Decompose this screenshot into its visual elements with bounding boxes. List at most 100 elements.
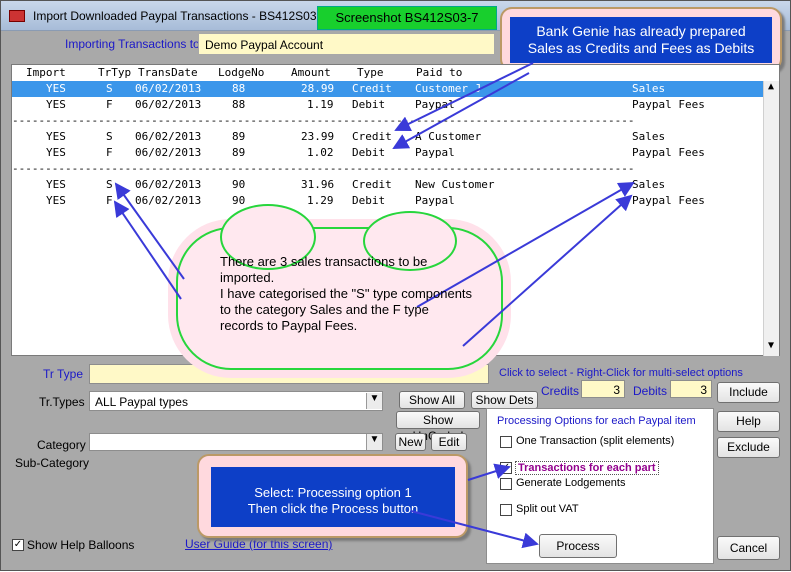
tr-types-select[interactable]: ALL Paypal types xyxy=(89,391,383,411)
cell-type: Debit xyxy=(352,98,386,111)
cell-lodge: 90 xyxy=(232,194,246,207)
table-row[interactable]: YES F 06/02/2013 90 1.29 Debit Paypal Paypal Fe… xyxy=(12,193,764,209)
table-row[interactable]: YES S 06/02/2013 88 28.99 Credit Customer J Sal… xyxy=(12,81,764,97)
chevron-down-icon[interactable]: ▼ xyxy=(366,434,382,450)
cell-lodge: 88 xyxy=(232,98,246,111)
cell-lodge: 90 xyxy=(232,178,246,191)
cell-lodge: 89 xyxy=(232,130,246,143)
generate-lodgements-label: Generate Lodgements xyxy=(516,477,626,489)
show-uncoded-button[interactable]: Show UnCoded xyxy=(396,411,480,443)
scroll-down-icon[interactable]: ▼ xyxy=(763,340,779,356)
cell-amount: 28.99 xyxy=(301,82,335,95)
split-vat-label: Split out VAT xyxy=(516,503,579,515)
top-callout: Bank Genie has already prepared Sales as… xyxy=(500,7,782,71)
cell-date: 06/02/2013 xyxy=(135,146,202,159)
processing-title: Processing Options for each Paypal item xyxy=(497,415,696,427)
cell-trtyp: F xyxy=(106,146,113,159)
credits-count: 3 xyxy=(581,380,625,398)
import-window: Import Downloaded Paypal Transactions - … xyxy=(0,0,791,571)
help-button[interactable]: Help xyxy=(717,411,780,432)
cell-date: 06/02/2013 xyxy=(135,178,202,191)
debits-count: 3 xyxy=(670,380,712,398)
show-dets-button[interactable]: Show Dets xyxy=(471,391,538,409)
cell-paid-to: A Customer xyxy=(415,130,482,143)
cell-import: YES xyxy=(46,82,66,95)
table-row[interactable]: YES S 06/02/2013 90 31.96 Credit New Customer S… xyxy=(12,177,764,193)
exclude-button[interactable]: Exclude xyxy=(717,437,780,458)
row-separator: ----------------------------------------… xyxy=(12,114,635,127)
cancel-button[interactable]: Cancel xyxy=(717,536,780,560)
edit-button[interactable]: Edit xyxy=(431,433,467,451)
table-row[interactable]: YES S 06/02/2013 89 23.99 Credit A Customer Sal… xyxy=(12,129,764,145)
selection-hint: Click to select - Right-Click for multi-… xyxy=(499,367,743,379)
table-row[interactable]: YES F 06/02/2013 89 1.02 Debit Paypal Paypal Fe… xyxy=(12,145,764,161)
col-paid-to: Paid to xyxy=(416,66,463,79)
cell-type: Debit xyxy=(352,194,386,207)
cell-trtyp: S xyxy=(106,130,113,143)
help-balloons-checkbox[interactable]: ✓ xyxy=(12,539,24,551)
cell-paid-to: New Customer xyxy=(415,178,495,191)
col-lodgeno: LodgeNo xyxy=(218,66,265,79)
category-select[interactable] xyxy=(89,433,383,451)
processing-options-panel: Processing Options for each Paypal item … xyxy=(486,408,714,564)
each-part-label: Transactions for each part xyxy=(515,461,659,475)
cell-paid-to: Paypal xyxy=(415,146,455,159)
cell-paid-to: Customer J xyxy=(415,82,482,95)
cell-paid-to: Paypal xyxy=(415,194,455,207)
each-part-checkbox[interactable]: ✓ xyxy=(500,462,512,474)
sub-category-label: Sub-Category xyxy=(15,456,90,470)
help-balloons-label: Show Help Balloons xyxy=(27,538,135,552)
cell-date: 06/02/2013 xyxy=(135,82,202,95)
include-button[interactable]: Include xyxy=(717,382,780,403)
cell-category: Sales xyxy=(632,82,666,95)
cell-amount: 1.29 xyxy=(307,194,334,207)
user-guide-link[interactable]: User Guide (for this screen) xyxy=(185,537,332,551)
process-button[interactable]: Process xyxy=(539,534,617,558)
cell-category: Paypal Fees xyxy=(632,146,705,159)
chevron-down-icon[interactable]: ▼ xyxy=(366,393,382,409)
cell-type: Credit xyxy=(352,130,392,143)
cell-lodge: 89 xyxy=(232,146,246,159)
one-transaction-checkbox[interactable] xyxy=(500,436,512,448)
cloud-callout-text: There are 3 sales transactions to be imp… xyxy=(220,254,473,333)
tr-types-label: Tr.Types xyxy=(39,395,85,409)
col-import: Import xyxy=(26,66,66,79)
debits-label: Debits xyxy=(633,384,668,398)
row-separator: ----------------------------------------… xyxy=(12,162,635,175)
cell-category: Sales xyxy=(632,178,666,191)
col-transdate: TransDate xyxy=(138,66,198,79)
list-scrollbar[interactable] xyxy=(763,81,779,356)
list-header: Import TrTyp TransDate LodgeNo Amount Ty… xyxy=(12,65,779,79)
app-icon xyxy=(9,10,25,22)
top-callout-text: Bank Genie has already prepared Sales as… xyxy=(510,17,772,63)
tr-type-label: Tr Type xyxy=(43,367,84,381)
cell-type: Credit xyxy=(352,82,392,95)
split-vat-checkbox[interactable] xyxy=(500,504,512,516)
cloud-callout: There are 3 sales transactions to be imp… xyxy=(176,204,503,370)
cell-amount: 1.02 xyxy=(307,146,334,159)
importing-account-field[interactable]: Demo Paypal Account xyxy=(198,33,495,55)
cell-lodge: 88 xyxy=(232,82,246,95)
credits-label: Credits xyxy=(541,384,580,398)
cell-trtyp: F xyxy=(106,194,113,207)
cell-import: YES xyxy=(46,194,66,207)
col-amount: Amount xyxy=(291,66,331,79)
new-button[interactable]: New xyxy=(395,433,426,451)
tr-types-value: ALL Paypal types xyxy=(95,395,188,409)
window-title: Import Downloaded Paypal Transactions - … xyxy=(33,9,317,23)
cell-category: Paypal Fees xyxy=(632,98,705,111)
screenshot-label: Screenshot BS412S03-7 xyxy=(317,6,497,30)
scroll-up-icon[interactable]: ▲ xyxy=(763,81,779,97)
cell-amount: 31.96 xyxy=(301,178,335,191)
bottom-callout-text: Select: Processing option 1 Then click t… xyxy=(211,467,455,527)
cell-date: 06/02/2013 xyxy=(135,98,202,111)
show-all-button[interactable]: Show All xyxy=(399,391,465,409)
cell-paid-to: Paypal xyxy=(415,98,455,111)
cell-category: Sales xyxy=(632,130,666,143)
generate-lodgements-checkbox[interactable] xyxy=(500,478,512,490)
bottom-callout: Select: Processing option 1 Then click t… xyxy=(197,454,468,538)
table-row[interactable]: YES F 06/02/2013 88 1.19 Debit Paypal Paypal Fe… xyxy=(12,97,764,113)
cell-import: YES xyxy=(46,178,66,191)
cell-date: 06/02/2013 xyxy=(135,194,202,207)
one-transaction-label: One Transaction (split elements) xyxy=(516,435,675,447)
